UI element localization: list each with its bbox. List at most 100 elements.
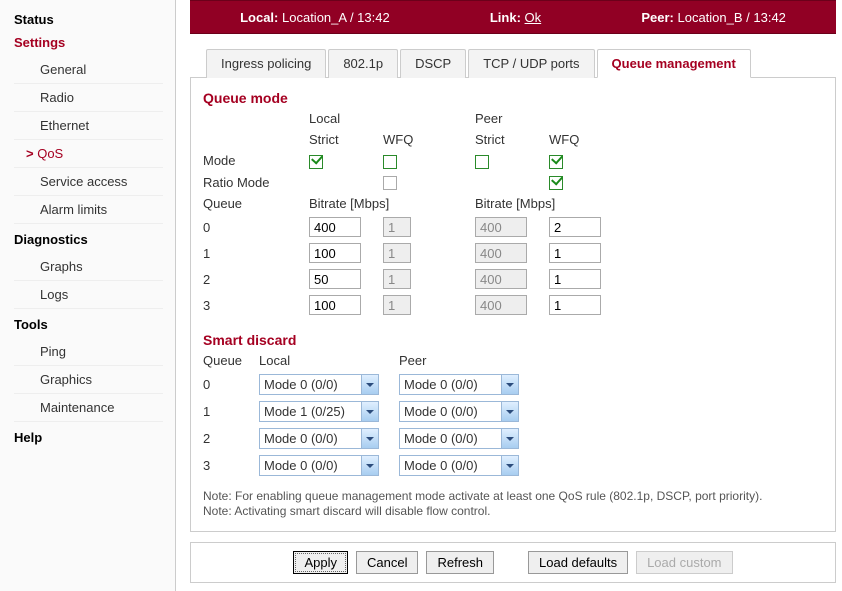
sd-queue-id: 3 <box>203 452 259 479</box>
apply-button[interactable]: Apply <box>293 551 348 574</box>
input-peer-rate-0 <box>475 217 527 237</box>
sd-header-queue: Queue <box>203 350 259 371</box>
input-peer-ratio-2[interactable] <box>549 269 601 289</box>
checkbox-ratio-peer-wfq[interactable] <box>549 176 563 190</box>
input-peer-rate-3 <box>475 295 527 315</box>
sd-row-2: 2 Mode 0 (0/0) Mode 0 (0/0) <box>203 425 539 452</box>
select-sd-local-2[interactable]: Mode 0 (0/0) <box>259 428 379 449</box>
header-local-wfq: WFQ <box>383 129 459 150</box>
input-peer-ratio-0[interactable] <box>549 217 601 237</box>
nav-item-ping[interactable]: Ping <box>14 338 163 366</box>
chevron-down-icon <box>501 402 518 421</box>
select-sd-peer-2[interactable]: Mode 0 (0/0) <box>399 428 519 449</box>
input-peer-rate-1 <box>475 243 527 263</box>
tab-8021p[interactable]: 802.1p <box>328 49 398 78</box>
chevron-down-icon <box>361 375 378 394</box>
input-local-rate-1[interactable] <box>309 243 361 263</box>
link-status-link[interactable]: Ok <box>525 10 542 25</box>
main-content: Local: Location_A / 13:42 Link: Ok Peer:… <box>176 0 842 591</box>
input-local-ratio-1 <box>383 243 411 263</box>
sidebar: Status Settings General Radio Ethernet Q… <box>0 0 176 591</box>
nav-item-graphics[interactable]: Graphics <box>14 366 163 394</box>
nav-item-service-access[interactable]: Service access <box>14 168 163 196</box>
cancel-button[interactable]: Cancel <box>356 551 418 574</box>
select-sd-local-3[interactable]: Mode 0 (0/0) <box>259 455 379 476</box>
status-link: Link: Ok <box>490 10 541 25</box>
queue-row-0: 0 <box>203 214 625 240</box>
nav-item-graphs[interactable]: Graphs <box>14 253 163 281</box>
input-peer-ratio-3[interactable] <box>549 295 601 315</box>
input-peer-ratio-1[interactable] <box>549 243 601 263</box>
note-line-1: Note: For enabling queue management mode… <box>203 489 762 503</box>
input-peer-rate-2 <box>475 269 527 289</box>
status-bar: Local: Location_A / 13:42 Link: Ok Peer:… <box>190 0 836 34</box>
nav-section-diagnostics[interactable]: Diagnostics <box>14 232 163 247</box>
input-local-rate-0[interactable] <box>309 217 361 237</box>
chevron-down-icon <box>361 402 378 421</box>
sd-row-1: 1 Mode 1 (0/25) Mode 0 (0/0) <box>203 398 539 425</box>
nav-section-tools[interactable]: Tools <box>14 317 163 332</box>
select-sd-peer-3[interactable]: Mode 0 (0/0) <box>399 455 519 476</box>
queue-row-3: 3 <box>203 292 625 318</box>
header-peer: Peer <box>475 108 549 129</box>
section-title-smart-discard: Smart discard <box>203 332 823 348</box>
row-label-mode: Mode <box>203 150 309 172</box>
nav-item-radio[interactable]: Radio <box>14 84 163 112</box>
nav-item-logs[interactable]: Logs <box>14 281 163 309</box>
nav-section-help[interactable]: Help <box>14 430 163 445</box>
header-peer-strict: Strict <box>475 129 549 150</box>
queue-id: 1 <box>203 240 309 266</box>
nav-item-qos[interactable]: QoS <box>14 140 163 168</box>
status-peer: Peer: Location_B / 13:42 <box>641 10 786 25</box>
chevron-down-icon <box>361 429 378 448</box>
header-queue: Queue <box>203 193 309 214</box>
queue-management-panel: Queue mode Local Peer Strict WFQ Strict <box>190 78 836 532</box>
checkbox-mode-peer-wfq[interactable] <box>549 155 563 169</box>
checkbox-ratio-local-wfq[interactable] <box>383 176 397 190</box>
smart-discard-table: Queue Local Peer 0 Mode 0 (0/0) Mode 0 (… <box>203 350 539 479</box>
nav-section-settings[interactable]: Settings <box>14 35 163 50</box>
header-peer-wfq: WFQ <box>549 129 625 150</box>
sd-header-local: Local <box>259 350 399 371</box>
sd-queue-id: 0 <box>203 371 259 398</box>
nav-item-maintenance[interactable]: Maintenance <box>14 394 163 422</box>
load-defaults-button[interactable]: Load defaults <box>528 551 628 574</box>
tab-bar: Ingress policing 802.1p DSCP TCP / UDP p… <box>190 48 836 78</box>
input-local-ratio-2 <box>383 269 411 289</box>
checkbox-mode-local-wfq[interactable] <box>383 155 397 169</box>
note-line-2: Note: Activating smart discard will disa… <box>203 504 490 518</box>
input-local-rate-3[interactable] <box>309 295 361 315</box>
queue-row-2: 2 <box>203 266 625 292</box>
checkbox-mode-local-strict[interactable] <box>309 155 323 169</box>
nav-item-alarm-limits[interactable]: Alarm limits <box>14 196 163 224</box>
checkbox-mode-peer-strict[interactable] <box>475 155 489 169</box>
nav-item-ethernet[interactable]: Ethernet <box>14 112 163 140</box>
input-local-ratio-3 <box>383 295 411 315</box>
header-local: Local <box>309 108 383 129</box>
input-local-rate-2[interactable] <box>309 269 361 289</box>
select-sd-peer-0[interactable]: Mode 0 (0/0) <box>399 374 519 395</box>
queue-id: 3 <box>203 292 309 318</box>
queue-mode-table: Local Peer Strict WFQ Strict WFQ Mode <box>203 108 625 318</box>
header-bitrate-local: Bitrate [Mbps] <box>309 193 459 214</box>
tab-ingress-policing[interactable]: Ingress policing <box>206 49 326 78</box>
sd-row-0: 0 Mode 0 (0/0) Mode 0 (0/0) <box>203 371 539 398</box>
queue-id: 0 <box>203 214 309 240</box>
nav-item-general[interactable]: General <box>14 56 163 84</box>
notes: Note: For enabling queue management mode… <box>203 489 823 519</box>
sd-queue-id: 2 <box>203 425 259 452</box>
select-sd-local-0[interactable]: Mode 0 (0/0) <box>259 374 379 395</box>
row-label-ratio-mode: Ratio Mode <box>203 172 309 194</box>
queue-row-1: 1 <box>203 240 625 266</box>
chevron-down-icon <box>361 456 378 475</box>
tab-queue-management[interactable]: Queue management <box>597 49 751 78</box>
tab-tcp-udp-ports[interactable]: TCP / UDP ports <box>468 49 594 78</box>
chevron-down-icon <box>501 429 518 448</box>
refresh-button[interactable]: Refresh <box>426 551 494 574</box>
header-local-strict: Strict <box>309 129 383 150</box>
sd-row-3: 3 Mode 0 (0/0) Mode 0 (0/0) <box>203 452 539 479</box>
tab-dscp[interactable]: DSCP <box>400 49 466 78</box>
nav-section-status[interactable]: Status <box>14 12 163 27</box>
select-sd-peer-1[interactable]: Mode 0 (0/0) <box>399 401 519 422</box>
select-sd-local-1[interactable]: Mode 1 (0/25) <box>259 401 379 422</box>
